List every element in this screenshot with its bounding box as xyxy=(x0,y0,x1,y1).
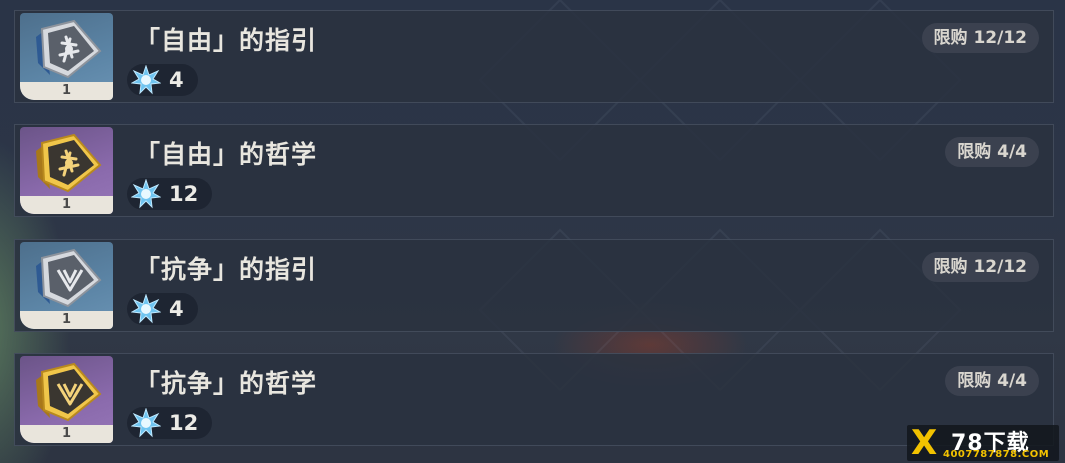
item-price: 12 xyxy=(169,182,199,206)
purchase-limit-badge: 限购 12/12 xyxy=(921,23,1039,53)
purchase-limit-badge: 限购 4/4 xyxy=(945,366,1039,396)
shop-item-row[interactable]: 1 「自由」的哲学 12 限购 4/4 xyxy=(14,124,1054,217)
item-count: 1 xyxy=(20,196,113,214)
starglitter-icon xyxy=(131,179,161,209)
shop-item-row[interactable]: 1 「抗争」的指引 4 限购 12/12 xyxy=(14,239,1054,332)
item-card[interactable]: 1 xyxy=(20,242,113,329)
item-count: 1 xyxy=(20,311,113,329)
item-price: 4 xyxy=(169,297,184,321)
price-pill: 4 xyxy=(127,293,198,325)
resistance-guide-book-icon xyxy=(36,248,102,308)
price-pill: 12 xyxy=(127,407,213,439)
item-card[interactable]: 1 xyxy=(20,13,113,100)
price-pill: 4 xyxy=(127,64,198,96)
item-name: 「自由」的指引 xyxy=(135,26,318,55)
price-pill: 12 xyxy=(127,178,213,210)
resistance-philosophy-book-icon xyxy=(36,362,102,422)
item-name: 「抗争」的哲学 xyxy=(135,369,318,398)
item-name: 「自由」的哲学 xyxy=(135,140,318,169)
item-count: 1 xyxy=(20,425,113,443)
shop-item-row[interactable]: 1 「自由」的指引 4 限购 12/12 xyxy=(14,10,1054,103)
watermark-subtitle: 4007787878.COM xyxy=(943,449,1050,460)
item-card[interactable]: 1 xyxy=(20,127,113,214)
starglitter-icon xyxy=(131,408,161,438)
item-card[interactable]: 1 xyxy=(20,356,113,443)
purchase-limit-badge: 限购 12/12 xyxy=(921,252,1039,282)
purchase-limit-badge: 限购 4/4 xyxy=(945,137,1039,167)
watermark-mark: X xyxy=(911,423,938,463)
freedom-guide-book-icon xyxy=(36,19,102,79)
item-price: 12 xyxy=(169,411,199,435)
item-price: 4 xyxy=(169,68,184,92)
item-name: 「抗争」的指引 xyxy=(135,255,318,284)
starglitter-icon xyxy=(131,294,161,324)
freedom-philosophy-book-icon xyxy=(36,133,102,193)
site-watermark-logo: X 78下载 4007787878.COM xyxy=(907,425,1059,461)
item-count: 1 xyxy=(20,82,113,100)
starglitter-icon xyxy=(131,65,161,95)
shop-item-row[interactable]: 1 「抗争」的哲学 12 限购 4/4 xyxy=(14,353,1054,446)
